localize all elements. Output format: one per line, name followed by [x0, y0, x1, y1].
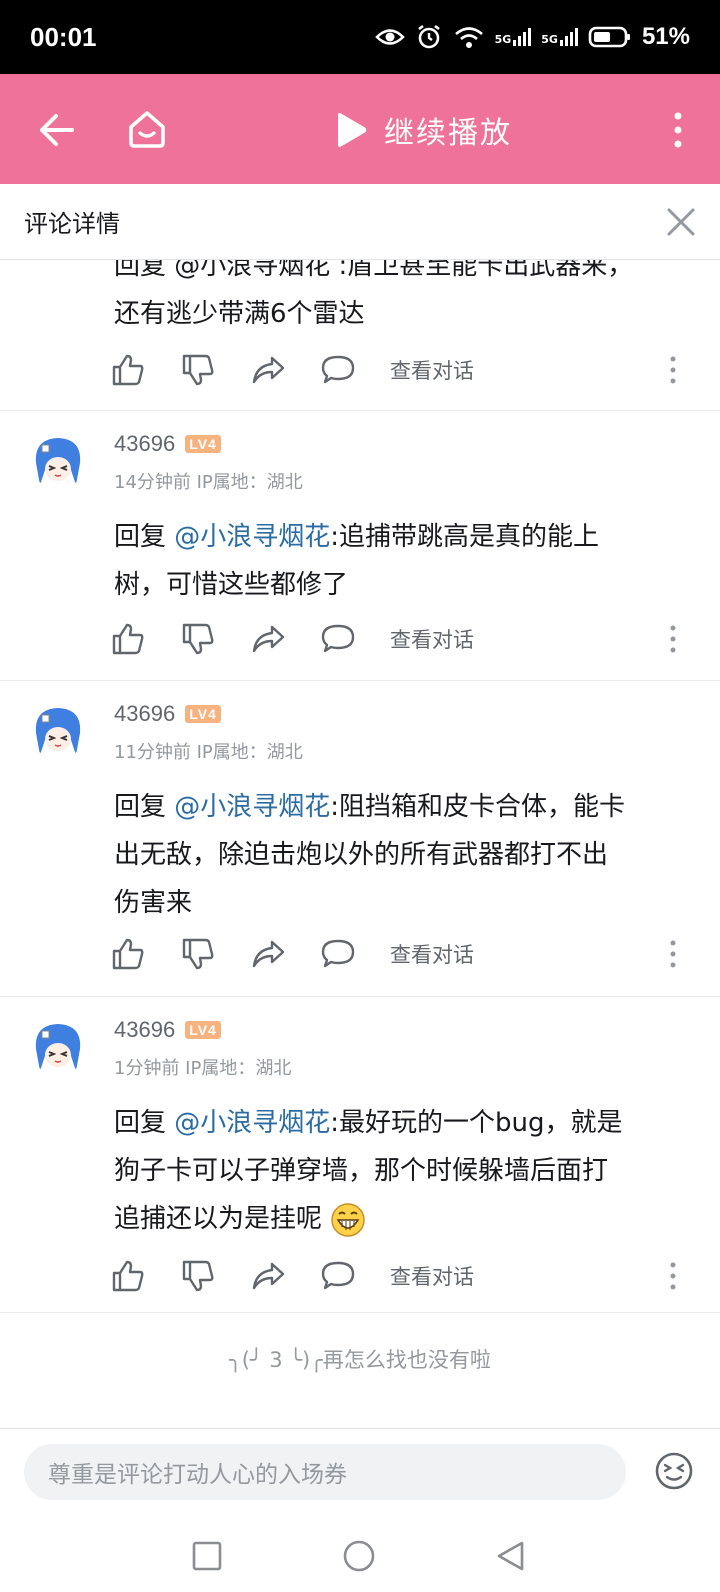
reply-meta: 1分钟前 IP属地：湖北: [114, 1058, 292, 1079]
alarm-icon: [417, 24, 440, 49]
wifi-icon: [454, 27, 483, 48]
battery-percent: 51%: [641, 23, 690, 50]
reply-meta: 11分钟前 IP属地：湖北: [114, 742, 303, 763]
comment-input-placeholder: 尊重是评论打动人心的入场券: [48, 1462, 347, 1488]
more-options-icon[interactable]: [668, 624, 678, 654]
home-icon[interactable]: [126, 108, 168, 150]
level-badge: LV4: [185, 435, 221, 453]
avatar[interactable]: [30, 703, 86, 759]
username[interactable]: 43696: [114, 431, 175, 457]
username[interactable]: 43696: [114, 701, 175, 727]
like-icon[interactable]: [110, 1258, 146, 1294]
like-icon[interactable]: [110, 621, 146, 657]
end-of-list-tip: ╮(╯ 3 ╰)╭再怎么找也没有啦: [229, 1348, 491, 1372]
emoji-icon[interactable]: [654, 1451, 694, 1491]
share-icon[interactable]: [250, 621, 286, 657]
reply-actions: 查看对话: [110, 350, 700, 390]
reply-meta: 14分钟前 IP属地：湖北: [114, 472, 303, 493]
back-arrow-icon[interactable]: [36, 110, 76, 150]
reply-list[interactable]: 回复 @小浪寻烟花 :盾卫甚至能卡出武器来， 还有逃少带满6个雷达 查看对话 4…: [0, 260, 720, 1428]
reply-actions: 查看对话: [110, 934, 700, 974]
play-icon: [338, 113, 367, 147]
view-dialog-link[interactable]: 查看对话: [390, 355, 474, 385]
avatar-image: [30, 1019, 86, 1075]
battery-icon: [588, 26, 630, 48]
dislike-icon[interactable]: [180, 352, 216, 388]
recent-apps-icon[interactable]: [190, 1539, 224, 1573]
share-icon[interactable]: [250, 1258, 286, 1294]
system-nav-bar: [0, 1517, 720, 1592]
comment-detail-header: 评论详情: [0, 184, 720, 260]
mention-link[interactable]: @小浪寻烟花: [174, 792, 330, 822]
avatar[interactable]: [30, 1019, 86, 1075]
reply-actions: 查看对话: [110, 1256, 700, 1296]
grinning-emoji-icon: [331, 1202, 366, 1237]
mention-link[interactable]: @小浪寻烟花: [174, 522, 330, 552]
dislike-icon[interactable]: [180, 1258, 216, 1294]
reply-item: 43696 LV4 1分钟前 IP属地：湖北 回复 @小浪寻烟花:最好玩的一个b…: [0, 997, 720, 1313]
comment-icon[interactable]: [320, 352, 356, 388]
like-icon[interactable]: [110, 352, 146, 388]
signal-1-icon: 5G: [495, 28, 532, 46]
level-badge: LV4: [185, 1021, 221, 1039]
username-row: 43696 LV4: [114, 701, 221, 727]
view-dialog-link[interactable]: 查看对话: [390, 939, 474, 969]
close-icon[interactable]: [666, 207, 696, 237]
reply-content: 回复 @小浪寻烟花:阻挡箱和皮卡合体，能卡 出无敌，除迫击炮以外的所有武器都打不…: [114, 792, 626, 918]
eye-icon: [374, 29, 405, 45]
view-dialog-link[interactable]: 查看对话: [390, 624, 474, 654]
comment-icon[interactable]: [320, 936, 356, 972]
reply-content: 回复 @小浪寻烟花 :盾卫甚至能卡出武器来， 还有逃少带满6个雷达: [114, 260, 634, 329]
dislike-icon[interactable]: [180, 621, 216, 657]
reply-content: 回复 @小浪寻烟花:最好玩的一个bug，就是 狗子卡可以子弹穿墙，那个时候躲墙后…: [114, 1099, 700, 1243]
continue-play-button[interactable]: 继续播放: [334, 108, 512, 152]
reply-item: 43696 LV4 14分钟前 IP属地：湖北 回复 @小浪寻烟花:追捕带跳高是…: [0, 411, 720, 681]
bottom-bar: 尊重是评论打动人心的入场券: [0, 1428, 720, 1591]
avatar-image: [30, 433, 86, 489]
continue-play-label: 继续播放: [384, 116, 512, 151]
view-dialog-link[interactable]: 查看对话: [390, 1261, 474, 1291]
reply-item-partial: 回复 @小浪寻烟花 :盾卫甚至能卡出武器来， 还有逃少带满6个雷达 查看对话: [0, 260, 720, 411]
more-options-icon[interactable]: [668, 355, 678, 385]
video-top-bar: 继续播放: [0, 74, 720, 184]
home-nav-icon[interactable]: [342, 1539, 376, 1573]
status-icons: 5G 5G 51%: [374, 23, 690, 51]
share-icon[interactable]: [250, 936, 286, 972]
avatar-image: [30, 703, 86, 759]
username-row: 43696 LV4: [114, 431, 221, 457]
reply-actions: 查看对话: [110, 619, 700, 659]
more-options-icon[interactable]: [668, 1261, 678, 1291]
like-icon[interactable]: [110, 936, 146, 972]
mention-link[interactable]: @小浪寻烟花: [174, 1108, 330, 1138]
back-nav-icon[interactable]: [494, 1539, 528, 1573]
comment-input[interactable]: 尊重是评论打动人心的入场券: [24, 1444, 626, 1500]
username-row: 43696 LV4: [114, 1017, 221, 1043]
username[interactable]: 43696: [114, 1017, 175, 1043]
panel-title: 评论详情: [24, 210, 120, 238]
more-options-icon[interactable]: [668, 939, 678, 969]
signal-2-icon: 5G: [541, 28, 578, 46]
level-badge: LV4: [185, 705, 221, 723]
reply-content: 回复 @小浪寻烟花:追捕带跳高是真的能上 树，可惜这些都修了: [114, 522, 600, 600]
avatar[interactable]: [30, 433, 86, 489]
status-time: 00:01: [30, 21, 97, 52]
dislike-icon[interactable]: [180, 936, 216, 972]
comment-icon[interactable]: [320, 621, 356, 657]
comment-icon[interactable]: [320, 1258, 356, 1294]
status-bar: 00:01 5G 5G 51%: [0, 0, 720, 74]
more-vertical-icon[interactable]: [668, 110, 688, 150]
reply-item: 43696 LV4 11分钟前 IP属地：湖北 回复 @小浪寻烟花:阻挡箱和皮卡…: [0, 681, 720, 997]
share-icon[interactable]: [250, 352, 286, 388]
